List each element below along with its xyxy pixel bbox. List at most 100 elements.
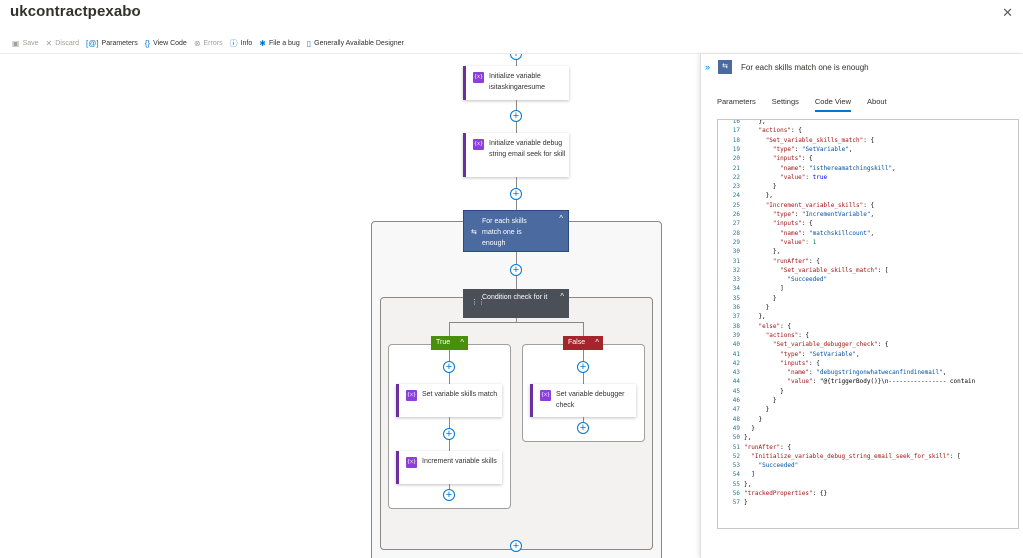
true-branch-tag[interactable]: True ^ xyxy=(431,336,468,350)
parameters-button[interactable]: [@] Parameters xyxy=(86,39,138,48)
code-text: "value": 1 xyxy=(780,238,817,246)
card-increment-variable-skills[interactable]: {x} Increment variable skills xyxy=(396,451,502,484)
add-step-button[interactable]: + xyxy=(510,54,522,60)
tab-about[interactable]: About xyxy=(867,97,887,112)
add-step-button[interactable]: + xyxy=(443,361,455,373)
true-branch-label: True xyxy=(436,339,451,346)
code-line: 47 } xyxy=(718,405,770,414)
generally-available-designer-button[interactable]: ▯ Generally Available Designer xyxy=(307,39,404,48)
loop-icon: ⇆ xyxy=(471,229,477,236)
variable-icon: {x} xyxy=(406,390,417,401)
line-number: 18 xyxy=(732,136,740,144)
tab-settings[interactable]: Settings xyxy=(772,97,799,112)
info-icon: ⓘ xyxy=(229,38,238,48)
line-number: 29 xyxy=(732,238,740,246)
connector xyxy=(583,322,584,336)
card-set-variable-skills-match[interactable]: {x} Set variable skills match xyxy=(396,384,502,417)
code-line: 32 "Set_variable_skills_match": [ xyxy=(718,266,889,275)
line-number: 46 xyxy=(732,397,740,404)
bug-icon: ✱ xyxy=(259,38,266,48)
connector xyxy=(449,322,583,323)
code-text: } xyxy=(744,397,777,404)
code-text: }, xyxy=(744,480,752,488)
chevron-up-icon[interactable]: ^ xyxy=(560,292,564,301)
code-text: } xyxy=(744,406,770,414)
code-text: "inputs": { xyxy=(772,155,813,163)
more-icon[interactable]: ··· xyxy=(130,5,140,16)
card-label: Initialize variable isitaskingaresume xyxy=(489,73,546,91)
save-button[interactable]: ▣ Save xyxy=(12,39,39,48)
code-text: "type": "IncrementVariable", xyxy=(772,211,875,218)
line-number: 52 xyxy=(732,452,740,460)
code-text: "actions": { xyxy=(758,127,802,135)
code-line: 18 "Set_variable_skills_match": { xyxy=(718,136,874,145)
line-number: 51 xyxy=(732,443,740,451)
code-line: 21 "name": "isthereamatchingskill", xyxy=(718,164,896,173)
card-label: Set variable debugger check xyxy=(556,391,625,409)
add-step-button[interactable]: + xyxy=(510,110,522,122)
add-step-button[interactable]: + xyxy=(577,422,589,434)
line-number: 53 xyxy=(732,462,740,470)
toolbar-label: Save xyxy=(22,39,39,47)
condition-card[interactable]: ⋮⋮ Condition check for it ^ xyxy=(463,289,569,318)
designer-canvas[interactable]: + {x} Initialize variable isitaskingares… xyxy=(0,54,700,558)
file-a-bug-button[interactable]: ✱ File a bug xyxy=(259,39,299,48)
add-step-button[interactable]: + xyxy=(443,489,455,501)
line-number: 31 xyxy=(732,257,740,265)
code-line: 27 "inputs": { xyxy=(718,219,813,228)
card-initialize-variable-resume[interactable]: {x} Initialize variable isitaskingaresum… xyxy=(463,66,569,100)
collapse-panel-icon[interactable]: » xyxy=(705,62,710,72)
toolbar-label: Parameters xyxy=(101,39,138,47)
page-title: ukcontractpexabo xyxy=(10,3,141,20)
code-icon: {} xyxy=(144,38,151,48)
code-line: 24 }, xyxy=(718,191,773,200)
add-step-button[interactable]: + xyxy=(510,264,522,276)
code-text: "Set_variable_skills_match": { xyxy=(765,136,875,144)
card-set-variable-debugger-check[interactable]: {x} Set variable debugger check xyxy=(530,384,636,417)
line-number: 23 xyxy=(732,183,740,191)
code-line: 20 "inputs": { xyxy=(718,154,813,163)
code-text: }, xyxy=(744,248,781,256)
code-line: 43 "name": "debugstringonwhatwecanfindin… xyxy=(718,368,947,377)
add-step-button[interactable]: + xyxy=(443,428,455,440)
code-line: 55}, xyxy=(718,480,751,489)
card-initialize-variable-debug[interactable]: {x} Initialize variable debug string ema… xyxy=(463,133,569,177)
foreach-card[interactable]: ⇆ For each skills match one is enough ^ xyxy=(463,210,569,252)
line-number: 25 xyxy=(732,201,740,209)
code-text: "name": "debugstringonwhatwecanfindinema… xyxy=(787,369,947,377)
toolbar-label: Discard xyxy=(55,39,79,47)
designer-icon: ▯ xyxy=(306,38,312,48)
code-editor[interactable]: 16 }, 17 "actions": {18 "Set_variable_ski… xyxy=(717,119,1019,529)
toolbar-label: File a bug xyxy=(268,39,300,47)
chevron-up-icon[interactable]: ^ xyxy=(460,336,464,350)
code-line: 26 "type": "IncrementVariable", xyxy=(718,210,874,219)
line-number: 17 xyxy=(732,127,740,135)
line-number: 40 xyxy=(732,341,740,349)
close-icon[interactable]: ✕ xyxy=(1002,5,1013,21)
code-line: 28 "name": "matchskillcount", xyxy=(718,229,874,238)
false-branch-tag[interactable]: False ^ xyxy=(563,336,603,350)
tab-code-view[interactable]: Code View xyxy=(814,97,852,112)
variable-icon: {x} xyxy=(540,390,551,401)
tab-parameters[interactable]: Parameters xyxy=(717,97,756,112)
connector xyxy=(449,322,450,336)
line-number: 20 xyxy=(732,155,740,163)
chevron-up-icon[interactable]: ^ xyxy=(595,336,599,350)
discard-button[interactable]: ✕ Discard xyxy=(46,39,79,48)
add-step-button[interactable]: + xyxy=(510,188,522,200)
code-text: }, xyxy=(744,313,766,321)
add-step-button[interactable]: + xyxy=(510,540,522,552)
line-number: 44 xyxy=(732,378,740,386)
errors-button[interactable]: ⊗ Errors xyxy=(194,39,223,48)
code-line: 36 } xyxy=(718,303,770,312)
add-step-button[interactable]: + xyxy=(577,361,589,373)
code-line: 45 } xyxy=(718,387,784,396)
chevron-up-icon[interactable]: ^ xyxy=(559,214,563,223)
view-code-button[interactable]: {} View Code xyxy=(145,39,187,48)
errors-icon: ⊗ xyxy=(193,38,201,48)
info-button[interactable]: ⓘ Info xyxy=(230,38,253,49)
line-number: 37 xyxy=(732,313,740,321)
code-line: 50}, xyxy=(718,433,751,442)
foreach-icon: ⇆ xyxy=(718,60,732,74)
line-number: 24 xyxy=(732,192,740,200)
